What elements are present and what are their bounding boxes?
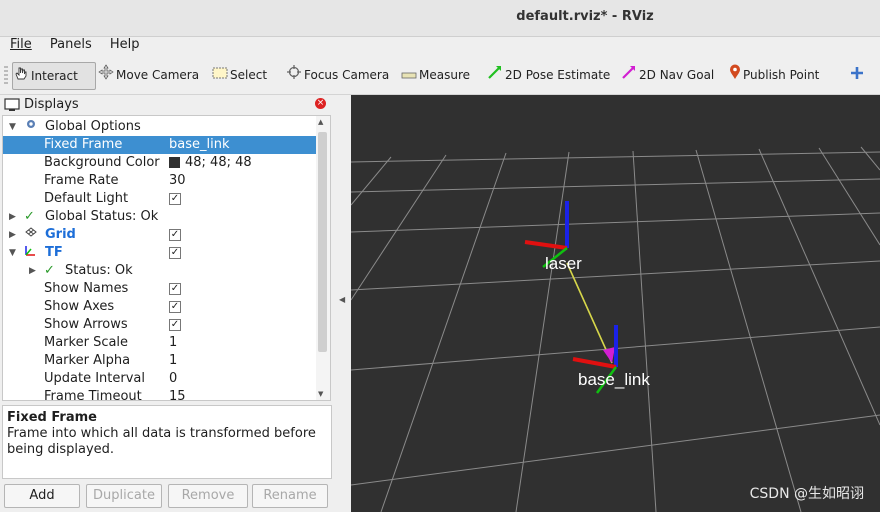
panel-splitter[interactable]: ◀ bbox=[333, 95, 351, 512]
grid-checkbox[interactable]: ✓ bbox=[169, 228, 181, 241]
color-swatch[interactable] bbox=[169, 157, 180, 168]
title-bar: default.rviz* - RViz bbox=[0, 0, 880, 37]
fixed-frame-value[interactable]: base_link bbox=[169, 136, 229, 154]
check-icon: ✓ bbox=[24, 209, 35, 224]
scrollbar-thumb[interactable] bbox=[318, 132, 327, 352]
tree-row-show-axes[interactable]: Show Axes ✓ bbox=[3, 298, 317, 316]
plus-icon bbox=[850, 63, 864, 89]
tf-axes-icon bbox=[23, 244, 37, 264]
scroll-up-icon[interactable]: ▲ bbox=[318, 118, 323, 126]
tree-row-tf-status[interactable]: ▶ ✓ Status: Ok bbox=[3, 262, 317, 280]
select-box-icon bbox=[212, 63, 228, 89]
hand-pointer-icon bbox=[13, 64, 29, 90]
interact-tool-button[interactable]: Interact bbox=[12, 62, 96, 90]
show-axes-checkbox[interactable]: ✓ bbox=[169, 300, 181, 313]
select-tool-button[interactable]: Select bbox=[212, 62, 267, 88]
property-description: Fixed Frame Frame into which all data is… bbox=[2, 405, 332, 479]
tree-scrollbar[interactable]: ▲ ▼ bbox=[316, 115, 331, 401]
add-button[interactable]: Add bbox=[4, 484, 80, 508]
default-light-checkbox[interactable]: ✓ bbox=[169, 192, 181, 205]
move-arrows-icon bbox=[98, 63, 114, 89]
tf-checkbox[interactable]: ✓ bbox=[169, 246, 181, 259]
scroll-down-icon[interactable]: ▼ bbox=[318, 390, 323, 398]
duplicate-button[interactable]: Duplicate bbox=[86, 484, 162, 508]
pose-estimate-tool-button[interactable]: 2D Pose Estimate bbox=[487, 62, 610, 88]
menu-help[interactable]: Help bbox=[110, 37, 140, 52]
magenta-arrow-icon bbox=[621, 63, 637, 89]
remove-button[interactable]: Remove bbox=[168, 484, 248, 508]
tree-row-frame-timeout[interactable]: Frame Timeout 15 bbox=[3, 388, 317, 400]
show-names-checkbox[interactable]: ✓ bbox=[169, 282, 181, 295]
tree-row-default-light[interactable]: Default Light ✓ bbox=[3, 190, 317, 208]
grid-icon bbox=[25, 226, 37, 244]
collapse-left-icon[interactable]: ◀ bbox=[339, 295, 345, 304]
tree-row-background-color[interactable]: Background Color 48; 48; 48 bbox=[3, 154, 317, 172]
menu-file[interactable]: File bbox=[10, 37, 32, 52]
displays-panel-header: Displays × bbox=[0, 95, 332, 115]
viewport-canvas[interactable]: laser base_link bbox=[351, 95, 880, 512]
tree-row-show-names[interactable]: Show Names ✓ bbox=[3, 280, 317, 298]
collapse-arrow-icon[interactable]: ▶ bbox=[9, 226, 16, 244]
3d-viewport[interactable]: laser base_link CSDN @生如昭诩 bbox=[351, 95, 880, 512]
nav-goal-tool-button[interactable]: 2D Nav Goal bbox=[621, 62, 714, 88]
focus-camera-tool-button[interactable]: Focus Camera bbox=[286, 62, 389, 88]
displays-tree: ▼ Global Options Fixed Frame base_link B… bbox=[2, 115, 318, 401]
menu-bar: File Panels Help bbox=[0, 37, 880, 57]
toolbar-grip-icon[interactable] bbox=[4, 66, 8, 86]
rename-button[interactable]: Rename bbox=[252, 484, 328, 508]
laser-frame-label: laser bbox=[545, 254, 582, 273]
measure-tool-button[interactable]: Measure bbox=[401, 62, 470, 88]
description-body: Frame into which all data is transformed… bbox=[7, 426, 316, 457]
tree-row-frame-rate[interactable]: Frame Rate 30 bbox=[3, 172, 317, 190]
menu-panels[interactable]: Panels bbox=[50, 37, 92, 52]
tf-link-arrow bbox=[566, 262, 613, 364]
close-icon[interactable]: × bbox=[315, 98, 326, 109]
tree-row-fixed-frame[interactable]: Fixed Frame base_link bbox=[3, 136, 317, 154]
toolbar: Interact Move Camera Select Focus Camera… bbox=[0, 58, 880, 95]
displays-panel: Displays × ▼ Global Options Fixed Frame … bbox=[0, 95, 332, 512]
expand-arrow-icon[interactable]: ▼ bbox=[9, 244, 16, 262]
map-pin-icon bbox=[729, 63, 741, 89]
tree-row-marker-scale[interactable]: Marker Scale 1 bbox=[3, 334, 317, 352]
gear-icon bbox=[25, 118, 37, 136]
tree-row-global-status[interactable]: ▶ ✓ Global Status: Ok bbox=[3, 208, 317, 226]
collapse-arrow-icon[interactable]: ▶ bbox=[29, 262, 36, 280]
tree-row-update-interval[interactable]: Update Interval 0 bbox=[3, 370, 317, 388]
base-link-frame-label: base_link bbox=[578, 370, 650, 389]
collapse-arrow-icon[interactable]: ▶ bbox=[9, 208, 16, 226]
check-icon: ✓ bbox=[44, 263, 55, 278]
tree-row-marker-alpha[interactable]: Marker Alpha 1 bbox=[3, 352, 317, 370]
expand-arrow-icon[interactable]: ▼ bbox=[9, 118, 16, 136]
move-camera-tool-button[interactable]: Move Camera bbox=[98, 62, 199, 88]
tree-row-show-arrows[interactable]: Show Arrows ✓ bbox=[3, 316, 317, 334]
green-arrow-icon bbox=[487, 63, 503, 89]
show-arrows-checkbox[interactable]: ✓ bbox=[169, 318, 181, 331]
monitor-icon bbox=[4, 98, 20, 116]
watermark: CSDN @生如昭诩 bbox=[749, 486, 864, 502]
publish-point-tool-button[interactable]: Publish Point bbox=[729, 62, 819, 88]
add-tool-button[interactable] bbox=[850, 62, 866, 88]
crosshair-icon bbox=[286, 63, 302, 89]
ruler-icon bbox=[401, 63, 417, 89]
tree-row-global-options[interactable]: ▼ Global Options bbox=[3, 118, 317, 136]
displays-panel-title: Displays bbox=[24, 97, 79, 112]
tree-row-grid[interactable]: ▶ Grid ✓ bbox=[3, 226, 317, 244]
tree-row-tf[interactable]: ▼ TF ✓ bbox=[3, 244, 317, 262]
description-title: Fixed Frame bbox=[7, 410, 97, 425]
window-title: default.rviz* - RViz bbox=[516, 9, 654, 24]
